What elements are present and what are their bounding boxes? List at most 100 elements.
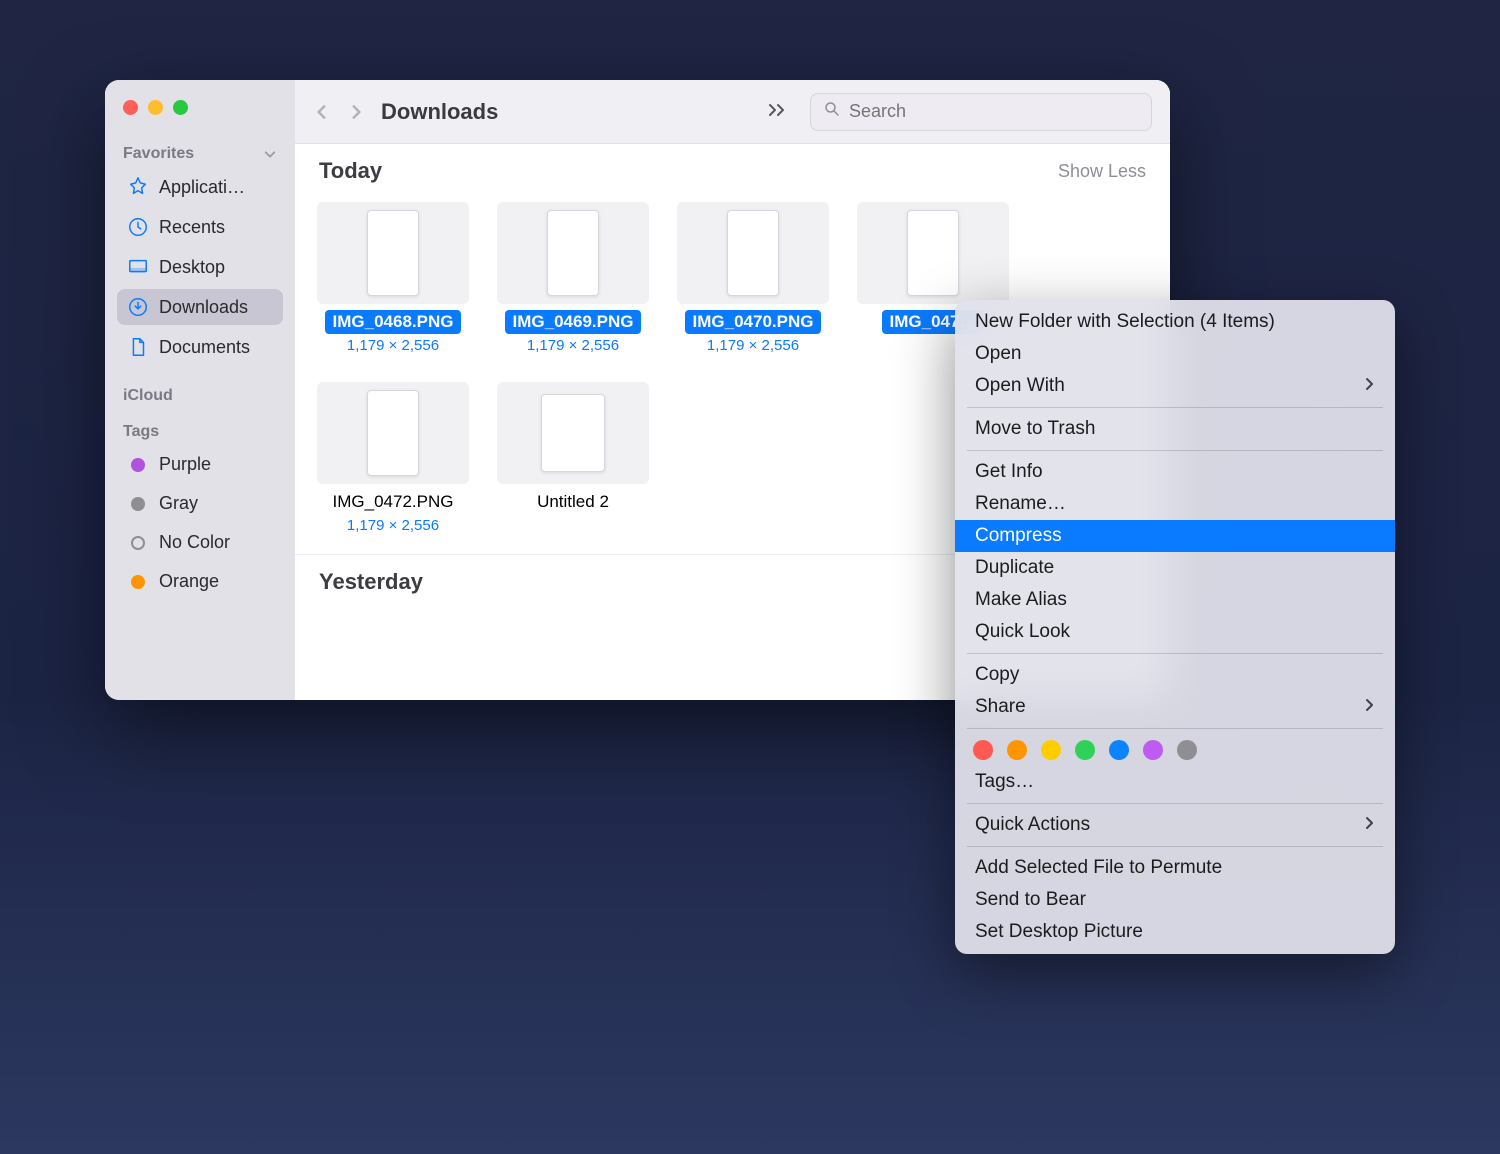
menu-item-label: Make Alias bbox=[975, 589, 1067, 611]
desktop-icon bbox=[127, 256, 149, 278]
menu-item-label: New Folder with Selection (4 Items) bbox=[975, 311, 1275, 333]
sidebar-item-documents[interactable]: Documents bbox=[117, 329, 283, 365]
section-tags[interactable]: Tags bbox=[117, 417, 283, 443]
menu-item[interactable]: Move to Trash bbox=[955, 413, 1395, 445]
menu-item[interactable]: Get Info bbox=[955, 456, 1395, 488]
menu-item[interactable]: Duplicate bbox=[955, 552, 1395, 584]
menu-item-label: Get Info bbox=[975, 461, 1043, 483]
menu-item-label: Copy bbox=[975, 664, 1019, 686]
menu-item-label: Open With bbox=[975, 375, 1065, 397]
menu-item[interactable]: Add Selected File to Permute bbox=[955, 852, 1395, 884]
file-item[interactable]: IMG_0469.PNG 1,179 × 2,556 bbox=[497, 202, 649, 354]
file-item[interactable]: Untitled 2 bbox=[497, 382, 649, 534]
sidebar-item-desktop[interactable]: Desktop bbox=[117, 249, 283, 285]
chevron-down-icon bbox=[263, 147, 277, 161]
menu-item[interactable]: Send to Bear bbox=[955, 884, 1395, 916]
documents-icon bbox=[127, 336, 149, 358]
file-item[interactable]: IMG_0472.PNG 1,179 × 2,556 bbox=[317, 382, 469, 534]
file-item[interactable]: IMG_0470.PNG 1,179 × 2,556 bbox=[677, 202, 829, 354]
tag-color-button[interactable] bbox=[1075, 740, 1095, 760]
menu-separator bbox=[967, 653, 1383, 654]
file-dimensions: 1,179 × 2,556 bbox=[707, 337, 799, 354]
maximize-button[interactable] bbox=[173, 100, 188, 115]
file-thumbnail bbox=[317, 202, 469, 304]
file-dimensions: 1,179 × 2,556 bbox=[347, 517, 439, 534]
menu-item[interactable]: Rename… bbox=[955, 488, 1395, 520]
toolbar: Downloads bbox=[295, 80, 1170, 144]
menu-item-label: Set Desktop Picture bbox=[975, 921, 1143, 943]
search-input[interactable] bbox=[849, 101, 1139, 122]
menu-item[interactable]: Share bbox=[955, 691, 1395, 723]
file-thumbnail bbox=[677, 202, 829, 304]
section-favorites[interactable]: Favorites bbox=[117, 139, 283, 165]
clock-icon bbox=[127, 216, 149, 238]
sidebar-label: Desktop bbox=[159, 257, 225, 278]
tag-purple[interactable]: Purple bbox=[117, 447, 283, 482]
file-thumbnail bbox=[497, 382, 649, 484]
tag-label: Purple bbox=[159, 454, 211, 475]
tag-nocolor[interactable]: No Color bbox=[117, 525, 283, 560]
tag-dot-icon bbox=[131, 575, 145, 589]
group-title: Today bbox=[319, 158, 382, 184]
menu-item[interactable]: Compress bbox=[955, 520, 1395, 552]
back-button[interactable] bbox=[313, 96, 331, 128]
tag-dot-icon bbox=[131, 458, 145, 472]
section-label: iCloud bbox=[123, 387, 173, 405]
tag-dot-icon bbox=[131, 536, 145, 550]
sidebar-item-applications[interactable]: Applicati… bbox=[117, 169, 283, 205]
menu-item[interactable]: Set Desktop Picture bbox=[955, 916, 1395, 948]
applications-icon bbox=[127, 176, 149, 198]
tag-gray[interactable]: Gray bbox=[117, 486, 283, 521]
file-item[interactable]: IMG_0468.PNG 1,179 × 2,556 bbox=[317, 202, 469, 354]
file-dimensions: 1,179 × 2,556 bbox=[527, 337, 619, 354]
section-label: Favorites bbox=[123, 145, 194, 163]
tag-color-button[interactable] bbox=[1109, 740, 1129, 760]
menu-item[interactable]: Quick Look bbox=[955, 616, 1395, 648]
section-icloud[interactable]: iCloud bbox=[117, 381, 283, 407]
window-title: Downloads bbox=[381, 99, 752, 125]
menu-item[interactable]: Open bbox=[955, 338, 1395, 370]
tag-color-button[interactable] bbox=[1007, 740, 1027, 760]
minimize-button[interactable] bbox=[148, 100, 163, 115]
file-name: Untitled 2 bbox=[529, 490, 617, 514]
forward-button[interactable] bbox=[347, 96, 365, 128]
menu-item[interactable]: New Folder with Selection (4 Items) bbox=[955, 306, 1395, 338]
tag-color-button[interactable] bbox=[1143, 740, 1163, 760]
menu-item[interactable]: Make Alias bbox=[955, 584, 1395, 616]
close-button[interactable] bbox=[123, 100, 138, 115]
menu-item-label: Duplicate bbox=[975, 557, 1054, 579]
tag-orange[interactable]: Orange bbox=[117, 564, 283, 599]
tag-label: Orange bbox=[159, 571, 219, 592]
menu-item[interactable]: Quick Actions bbox=[955, 809, 1395, 841]
menu-item-label: Add Selected File to Permute bbox=[975, 857, 1222, 879]
file-name: IMG_0472.PNG bbox=[325, 490, 462, 514]
chevron-right-icon bbox=[1365, 698, 1375, 717]
tag-color-button[interactable] bbox=[1041, 740, 1061, 760]
file-name: IMG_0468.PNG bbox=[325, 310, 462, 334]
menu-item[interactable]: Copy bbox=[955, 659, 1395, 691]
menu-separator bbox=[967, 728, 1383, 729]
show-less-button[interactable]: Show Less bbox=[1058, 161, 1146, 182]
tag-color-button[interactable] bbox=[1177, 740, 1197, 760]
file-name: IMG_0470.PNG bbox=[685, 310, 822, 334]
menu-item[interactable]: Open With bbox=[955, 370, 1395, 402]
menu-separator bbox=[967, 450, 1383, 451]
sidebar-item-downloads[interactable]: Downloads bbox=[117, 289, 283, 325]
toolbar-overflow-icon[interactable] bbox=[768, 100, 788, 123]
file-name: IMG_0469.PNG bbox=[505, 310, 642, 334]
downloads-icon bbox=[127, 296, 149, 318]
menu-item[interactable]: Tags… bbox=[955, 766, 1395, 798]
file-dimensions: 1,179 × 2,556 bbox=[347, 337, 439, 354]
menu-separator bbox=[967, 407, 1383, 408]
sidebar-label: Documents bbox=[159, 337, 250, 358]
menu-item-label: Move to Trash bbox=[975, 418, 1095, 440]
traffic-lights bbox=[123, 100, 283, 115]
sidebar-item-recents[interactable]: Recents bbox=[117, 209, 283, 245]
sidebar-label: Recents bbox=[159, 217, 225, 238]
search-field[interactable] bbox=[810, 93, 1152, 131]
search-icon bbox=[823, 100, 841, 123]
tag-label: No Color bbox=[159, 532, 230, 553]
context-menu[interactable]: New Folder with Selection (4 Items) Open O… bbox=[955, 300, 1395, 954]
menu-item-label: Rename… bbox=[975, 493, 1066, 515]
tag-color-button[interactable] bbox=[973, 740, 993, 760]
